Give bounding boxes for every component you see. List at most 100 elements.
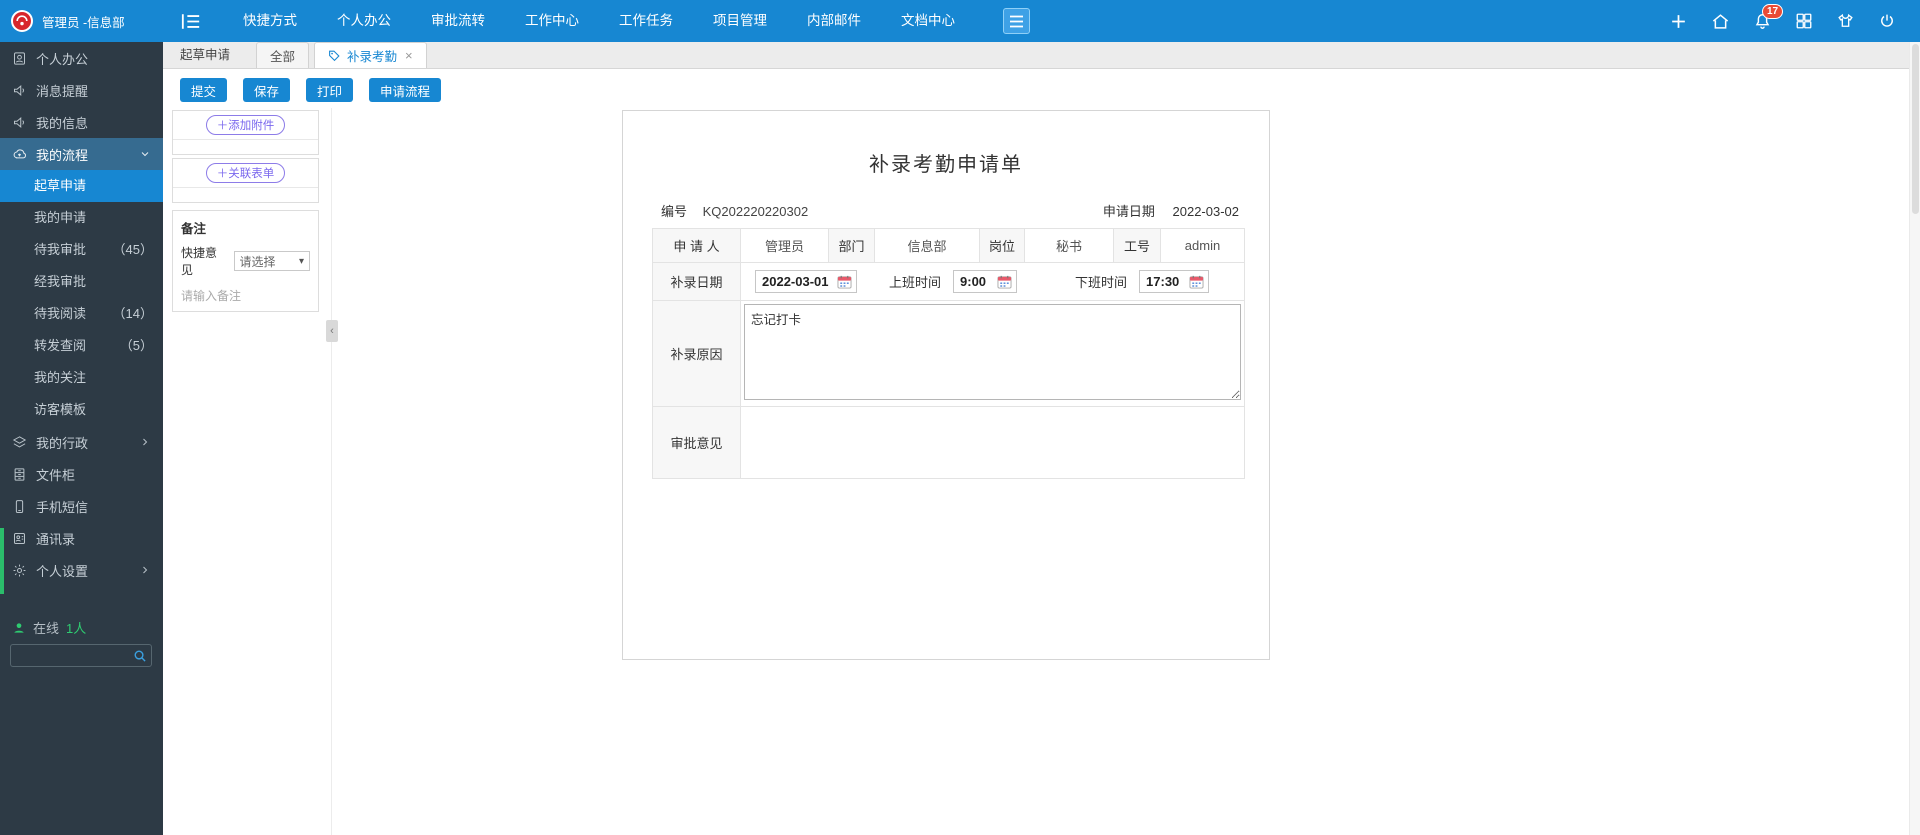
sidebar-item-label: 我的行政 xyxy=(36,435,89,451)
main-content: 起草申请 全部 补录考勤 × 提交 保存 打印 申请流程 ＋添加附件 ＋关联表单… xyxy=(163,42,1920,835)
topbar: 管理员 -信息部 快捷方式 个人办公 审批流转 工作中心 工作任务 项目管理 内… xyxy=(0,0,1920,42)
post-value: 秘书 xyxy=(1024,228,1114,263)
reason-textarea[interactable]: 忘记打卡 xyxy=(744,304,1241,400)
form-number-label: 编号 xyxy=(661,204,688,219)
id-badge-icon xyxy=(12,51,27,66)
linked-form-box: ＋关联表单 xyxy=(172,158,319,203)
speaker-icon xyxy=(12,83,27,98)
sidebar-item-sms[interactable]: 手机短信 xyxy=(0,490,163,522)
calendar-icon[interactable] xyxy=(837,275,852,289)
online-label: 在线 xyxy=(33,621,60,636)
sidebar-item-personal-office[interactable]: 个人办公 xyxy=(0,42,163,74)
nav-item-approval-flow[interactable]: 审批流转 xyxy=(411,0,505,42)
sidebar-item-contacts[interactable]: 通讯录 xyxy=(0,522,163,554)
sidebar-search xyxy=(10,644,152,667)
makeup-date-field xyxy=(755,270,857,293)
sidebar: 个人办公 消息提醒 我的信息 我的流程 起草申请 我的申请 待我审批 （45） 经… xyxy=(0,42,163,835)
count-badge: （14） xyxy=(112,306,153,321)
notifications-icon[interactable]: 17 xyxy=(1753,3,1784,31)
scrollbar-thumb[interactable] xyxy=(1912,44,1919,214)
remark-title: 备注 xyxy=(181,222,207,236)
power-icon[interactable] xyxy=(1878,12,1896,30)
gear-icon xyxy=(12,563,27,578)
save-button[interactable]: 保存 xyxy=(243,78,291,102)
notification-badge: 17 xyxy=(1762,3,1784,19)
tab-all[interactable]: 全部 xyxy=(256,42,310,68)
post-label: 岗位 xyxy=(979,228,1025,263)
nav-item-internal-mail[interactable]: 内部邮件 xyxy=(787,0,881,42)
attachment-box: ＋添加附件 xyxy=(172,110,319,155)
nav-item-personal-office[interactable]: 个人办公 xyxy=(317,0,411,42)
online-count: 1人 xyxy=(66,621,87,636)
cabinet-icon xyxy=(12,467,27,482)
approval-label: 审批意见 xyxy=(652,406,741,479)
subitem-label: 经我审批 xyxy=(34,274,87,289)
makeup-date-input[interactable] xyxy=(762,274,834,289)
nav-item-shortcuts[interactable]: 快捷方式 xyxy=(223,0,317,42)
start-time-field xyxy=(953,270,1018,293)
form-title: 补录考勤申请单 xyxy=(869,154,1023,176)
calendar-icon[interactable] xyxy=(1189,275,1204,289)
add-attachment-button[interactable]: ＋添加附件 xyxy=(205,115,286,135)
nav-item-project-management[interactable]: 项目管理 xyxy=(693,0,787,42)
home-icon[interactable] xyxy=(1711,12,1730,31)
sidebar-item-label: 文件柜 xyxy=(36,467,76,483)
sidebar-subitem-forward-review[interactable]: 转发查阅 （5） xyxy=(0,330,163,362)
topbar-actions: 17 xyxy=(1669,3,1896,31)
mobile-phone-icon xyxy=(12,499,27,514)
online-status: 在线 1人 xyxy=(12,618,86,637)
sidebar-subitem-draft-application[interactable]: 起草申请 xyxy=(0,170,163,202)
nav-item-work-center[interactable]: 工作中心 xyxy=(505,0,599,42)
content-scrollbar xyxy=(1909,42,1920,835)
sidebar-item-label: 通讯录 xyxy=(36,531,76,547)
quick-opinion-label: 快捷意见 xyxy=(181,246,218,277)
apply-date-value: 2022-03-02 xyxy=(1172,204,1240,219)
attachment-list-empty xyxy=(173,140,318,154)
search-icon[interactable] xyxy=(133,649,147,663)
add-icon[interactable] xyxy=(1669,12,1688,31)
sidebar-subitem-approved-by-me[interactable]: 经我审批 xyxy=(0,266,163,298)
sidebar-item-my-info[interactable]: 我的信息 xyxy=(0,106,163,138)
search-input[interactable] xyxy=(11,648,133,663)
remark-placeholder[interactable]: 请输入备注 xyxy=(181,287,310,304)
subitem-label: 转发查阅 xyxy=(34,338,87,353)
sidebar-subitem-my-follows[interactable]: 我的关注 xyxy=(0,362,163,394)
apply-flow-button[interactable]: 申请流程 xyxy=(369,78,442,102)
sidebar-item-my-admin[interactable]: 我的行政 xyxy=(0,426,163,458)
sidebar-item-personal-settings[interactable]: 个人设置 xyxy=(0,554,163,586)
calendar-icon[interactable] xyxy=(997,275,1012,289)
sidebar-toggle-icon[interactable] xyxy=(181,13,201,30)
sidebar-subitem-pending-read[interactable]: 待我阅读 （14） xyxy=(0,298,163,330)
user-area[interactable]: 管理员 -信息部 xyxy=(0,9,163,33)
link-form-button[interactable]: ＋关联表单 xyxy=(205,163,286,183)
chevron-down-icon: ▾ xyxy=(298,255,304,267)
more-menus-button[interactable] xyxy=(1003,8,1030,34)
nav-item-work-tasks[interactable]: 工作任务 xyxy=(599,0,693,42)
end-time-input[interactable] xyxy=(1146,274,1187,289)
sidebar-subitem-visitor-template[interactable]: 访客模板 xyxy=(0,394,163,426)
submit-button[interactable]: 提交 xyxy=(180,78,228,102)
sidebar-item-message-alerts[interactable]: 消息提醒 xyxy=(0,74,163,106)
start-time-input[interactable] xyxy=(960,274,995,289)
print-button[interactable]: 打印 xyxy=(306,78,354,102)
linked-form-list-empty xyxy=(173,188,318,202)
approval-value-cell xyxy=(740,406,1245,479)
attendance-form-card: 补录考勤申请单 编号 KQ202220220302 申请日期 2022-03-0… xyxy=(622,110,1270,660)
panel-collapse-handle[interactable]: ‹ xyxy=(326,320,338,342)
theme-icon[interactable] xyxy=(1836,12,1855,31)
chevron-right-icon xyxy=(139,436,151,448)
sidebar-subitem-my-applications[interactable]: 我的申请 xyxy=(0,202,163,234)
sidebar-scrollbar[interactable] xyxy=(0,528,4,594)
close-tab-icon[interactable]: × xyxy=(405,48,413,63)
select-value: 请选择 xyxy=(239,254,276,269)
nav-item-document-center[interactable]: 文档中心 xyxy=(881,0,975,42)
tab-makeup-attendance[interactable]: 补录考勤 × xyxy=(314,42,427,68)
apps-grid-icon[interactable] xyxy=(1795,12,1813,30)
subitem-label: 起草申请 xyxy=(34,178,87,193)
sidebar-item-file-cabinet[interactable]: 文件柜 xyxy=(0,458,163,490)
sidebar-subitem-pending-approval[interactable]: 待我审批 （45） xyxy=(0,234,163,266)
chevron-down-icon xyxy=(139,148,151,160)
subitem-label: 待我审批 xyxy=(34,242,87,257)
quick-opinion-select[interactable]: 请选择 ▾ xyxy=(233,251,310,271)
sidebar-item-my-process[interactable]: 我的流程 xyxy=(0,138,163,170)
